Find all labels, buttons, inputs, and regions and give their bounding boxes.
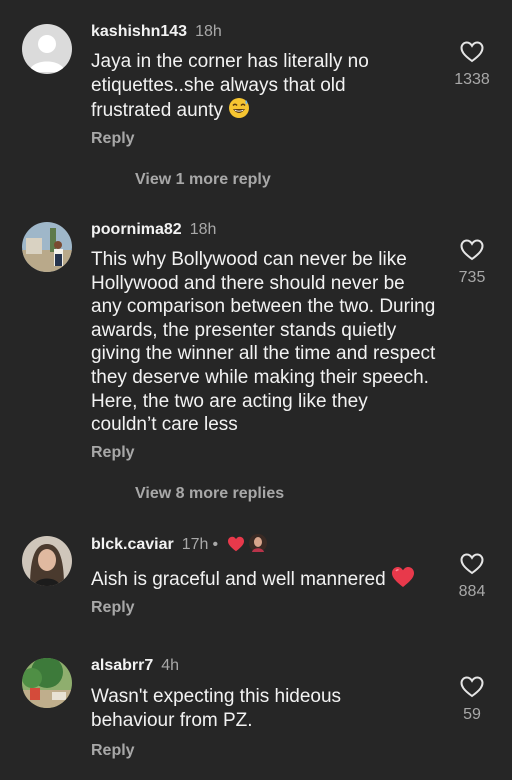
default-user-avatar-icon [22,24,72,74]
avatar[interactable] [22,222,72,272]
heart-outline-icon[interactable] [460,239,484,261]
reply-button[interactable]: Reply [91,599,135,617]
avatar[interactable] [22,536,72,586]
comment-username[interactable]: alsabrr7 [91,657,153,674]
like-count: 735 [458,269,486,286]
like-group: 884 [452,553,492,601]
comment-time: 4h [161,657,180,674]
like-group: 735 [452,239,492,287]
view-more-replies-button[interactable]: View 1 more reply [135,171,271,189]
like-count: 59 [463,706,481,723]
creator-avatar-icon [248,534,267,558]
comment-text: Wasn't expecting this hideous behaviour … [91,686,342,731]
comment-time: 18h [189,221,217,238]
photo-avatar-icon [22,222,72,272]
photo-avatar-icon [22,658,72,708]
heart-outline-icon[interactable] [460,41,484,63]
like-group: 1338 [452,41,492,89]
photo-avatar-icon [22,536,72,586]
comment-time: 18h [195,23,222,40]
comment-text: This why Bollywood can never be like Hol… [91,249,436,436]
reply-button[interactable]: Reply [91,444,135,462]
comment-time: 17h [181,536,209,553]
avatar[interactable] [22,24,72,74]
comment-username[interactable]: blck.caviar [91,536,174,553]
avatar[interactable] [22,658,72,708]
like-group: 59 [452,676,492,724]
comment-username[interactable]: poornima82 [91,221,182,238]
grinning-sweat-emoji-icon [228,97,250,126]
comment-text: Aish is graceful and well mannered [91,569,386,590]
heart-outline-icon[interactable] [460,676,484,698]
heart-outline-icon[interactable] [460,553,484,575]
separator-dot: • [212,536,219,553]
comment-username[interactable]: kashishn143 [91,23,187,40]
like-count: 884 [458,583,486,600]
view-more-replies-button[interactable]: View 8 more replies [135,485,284,503]
red-heart-icon [227,536,245,558]
like-count: 1338 [454,71,490,88]
comment-item: kashishn143 18h Jaya in the corner has li… [0,0,512,200]
red-heart-emoji-icon [391,566,415,595]
reply-button[interactable]: Reply [91,742,135,760]
reply-button[interactable]: Reply [91,130,135,148]
